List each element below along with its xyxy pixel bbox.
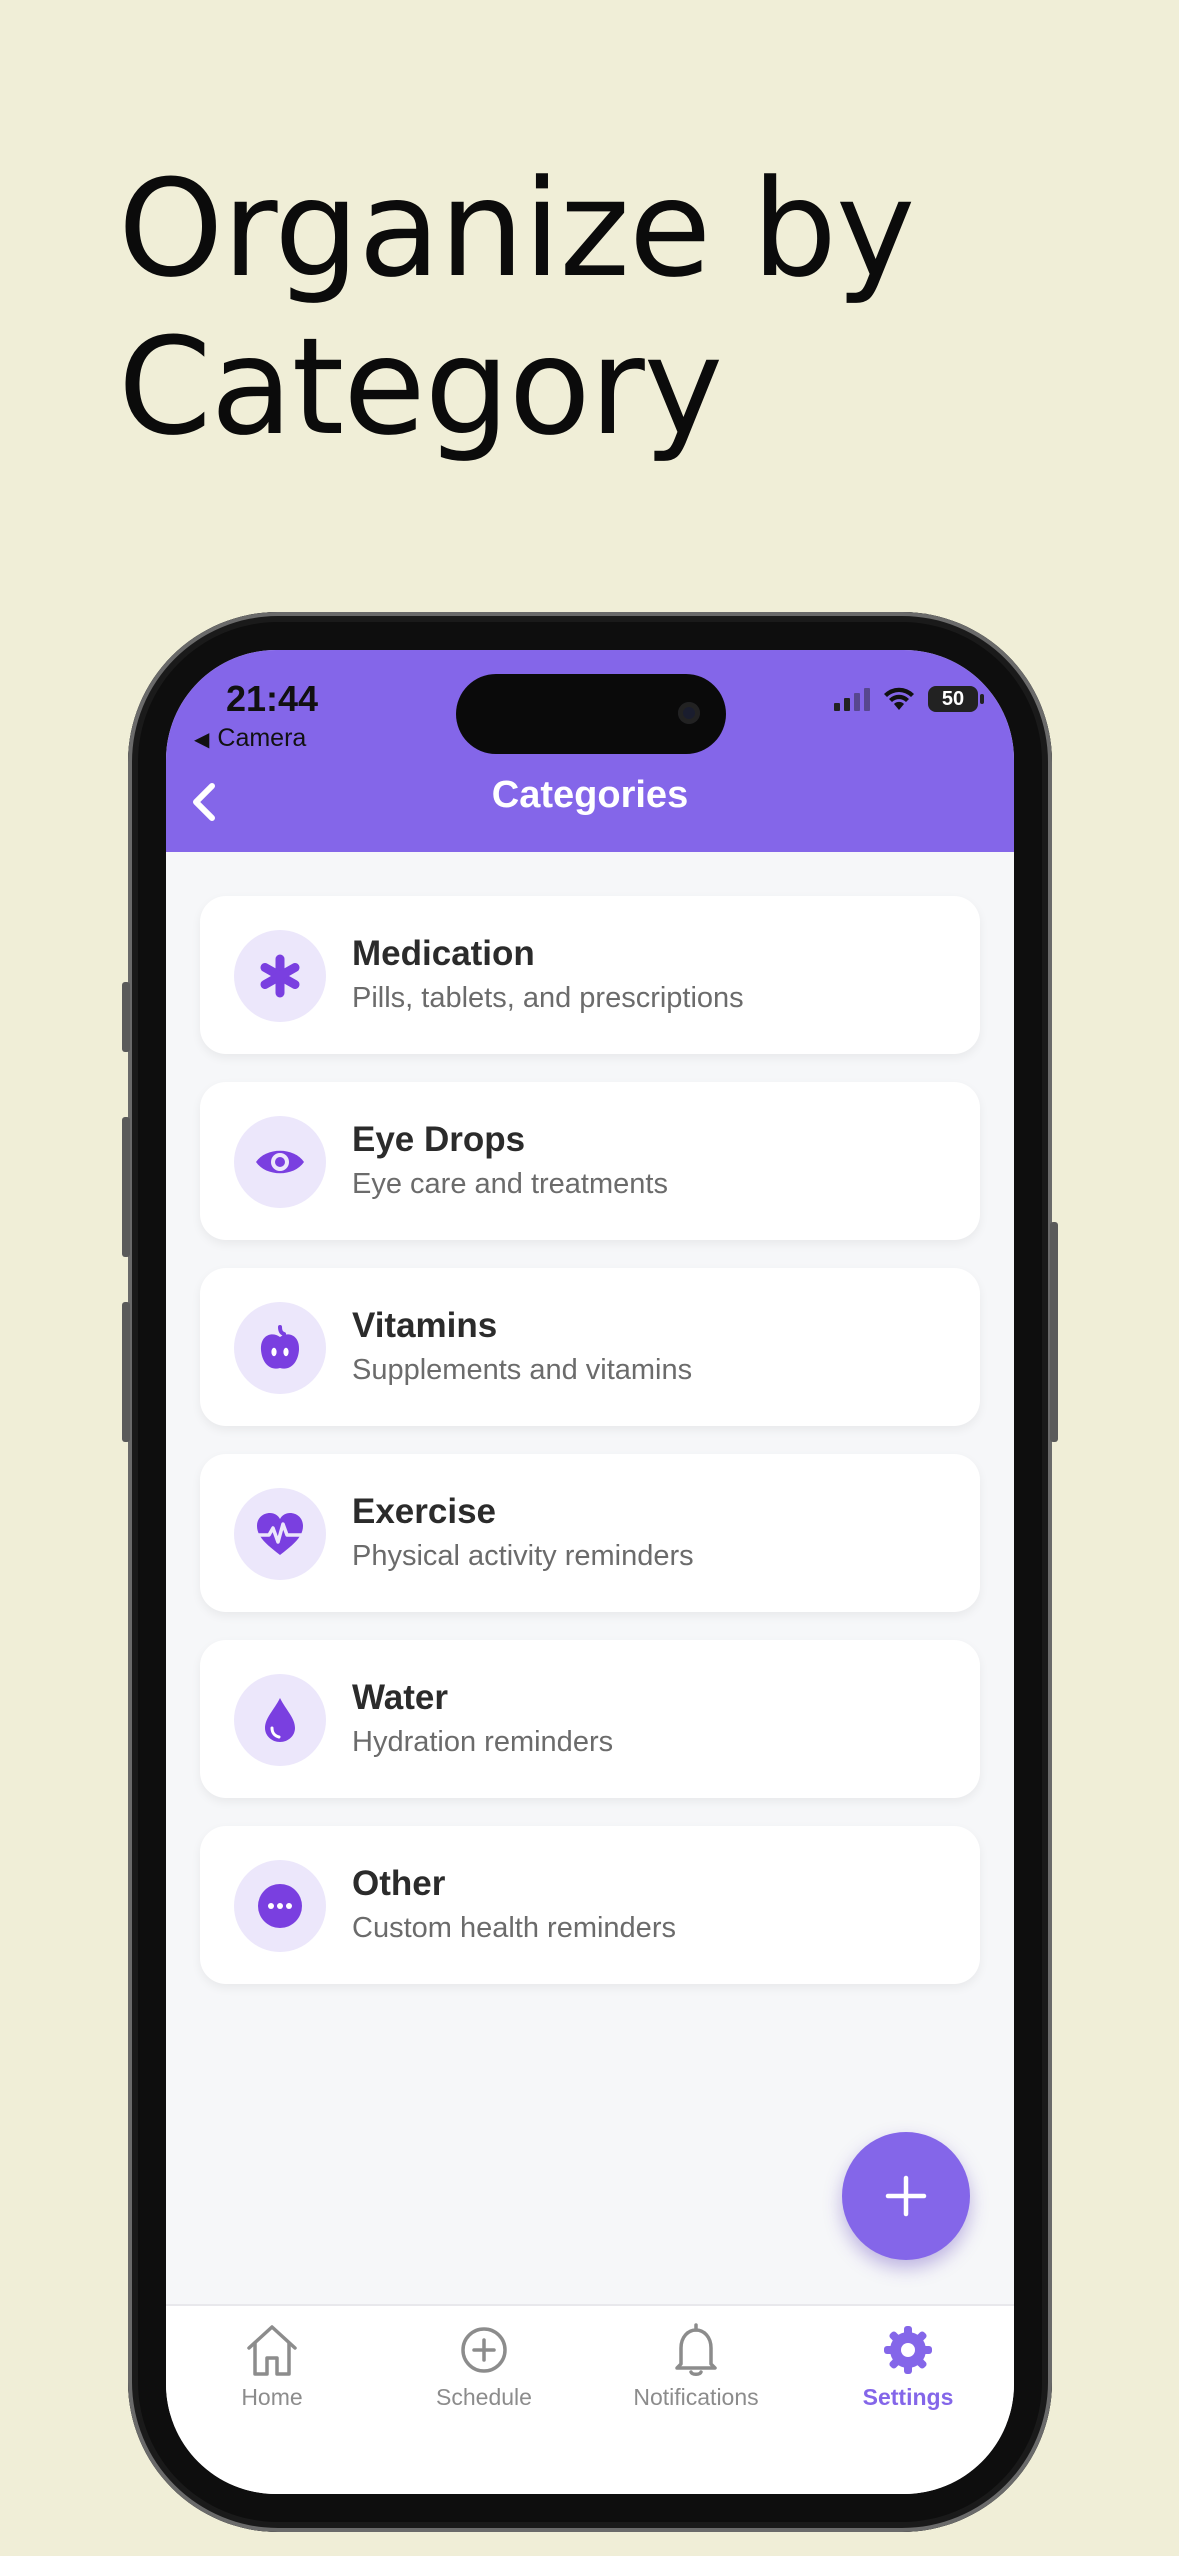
page-title: Categories (491, 774, 689, 816)
phone-frame: 21:44 ◀ Camera 50 Categories Medication … (122, 612, 1058, 2532)
category-title: Vitamins (352, 1306, 498, 1345)
volume-down-button (122, 1302, 130, 1442)
category-subtitle: Hydration reminders (352, 1726, 614, 1758)
tab-home[interactable]: Home (166, 2322, 378, 2411)
home-icon (247, 2325, 297, 2376)
category-subtitle: Custom health reminders (352, 1912, 676, 1944)
tab-label: Settings (862, 2384, 954, 2410)
tab-bar: Home Schedule Notifications Settings (166, 2304, 1014, 2494)
back-triangle-icon: ◀ (194, 729, 210, 751)
asterisk-icon (234, 930, 326, 1022)
bell-icon (675, 2323, 717, 2376)
tab-notifications[interactable]: Notifications (590, 2322, 802, 2411)
water-drop-icon (234, 1674, 326, 1766)
category-eye-drops[interactable]: Eye Drops Eye care and treatments (200, 1082, 980, 1240)
category-title: Water (352, 1678, 448, 1717)
add-category-button[interactable] (842, 2132, 970, 2260)
headline-line-1: Organize by (118, 151, 915, 307)
tab-label: Home (241, 2384, 303, 2410)
plus-circle-icon (461, 2327, 507, 2373)
battery-icon: 50 (928, 686, 984, 712)
tab-label: Notifications (633, 2384, 759, 2410)
category-subtitle: Physical activity reminders (352, 1540, 694, 1572)
category-subtitle: Pills, tablets, and prescriptions (352, 982, 744, 1014)
category-subtitle: Supplements and vitamins (352, 1354, 693, 1386)
apple-icon (234, 1302, 326, 1394)
category-title: Other (352, 1864, 446, 1903)
category-title: Eye Drops (352, 1120, 526, 1159)
headline-line-2: Category (118, 309, 723, 465)
headline: Organize by Category (118, 150, 1118, 466)
volume-up-button (122, 1117, 130, 1257)
ellipsis-circle-icon (234, 1860, 326, 1952)
heartbeat-icon (234, 1488, 326, 1580)
category-other[interactable]: Other Custom health reminders (200, 1826, 980, 1984)
app-screen: 21:44 ◀ Camera 50 Categories Medication … (166, 650, 1014, 2494)
tab-schedule[interactable]: Schedule (378, 2322, 590, 2411)
eye-icon (234, 1116, 326, 1208)
plus-icon (885, 2175, 927, 2217)
category-subtitle: Eye care and treatments (352, 1168, 668, 1200)
status-icons: 50 (834, 686, 984, 712)
battery-level: 50 (941, 687, 965, 710)
category-list: Medication Pills, tablets, and prescript… (200, 896, 980, 2012)
back-to-app[interactable]: ◀ Camera (194, 724, 306, 753)
gear-icon (884, 2326, 932, 2374)
dynamic-island (456, 674, 726, 754)
category-vitamins[interactable]: Vitamins Supplements and vitamins (200, 1268, 980, 1426)
category-title: Medication (352, 934, 535, 973)
category-exercise[interactable]: Exercise Physical activity reminders (200, 1454, 980, 1612)
category-title: Exercise (352, 1492, 497, 1531)
power-button (1050, 1222, 1058, 1442)
tab-settings[interactable]: Settings (802, 2322, 1014, 2411)
category-water[interactable]: Water Hydration reminders (200, 1640, 980, 1798)
category-medication[interactable]: Medication Pills, tablets, and prescript… (200, 896, 980, 1054)
tab-label: Schedule (436, 2384, 532, 2410)
status-time: 21:44 (226, 678, 319, 719)
signal-icon (834, 687, 870, 711)
wifi-icon (884, 687, 914, 710)
action-button (122, 982, 130, 1052)
camera-dot-icon (678, 702, 700, 724)
navigation-header: 21:44 ◀ Camera 50 Categories (166, 650, 1014, 852)
back-app-label: Camera (217, 724, 307, 752)
